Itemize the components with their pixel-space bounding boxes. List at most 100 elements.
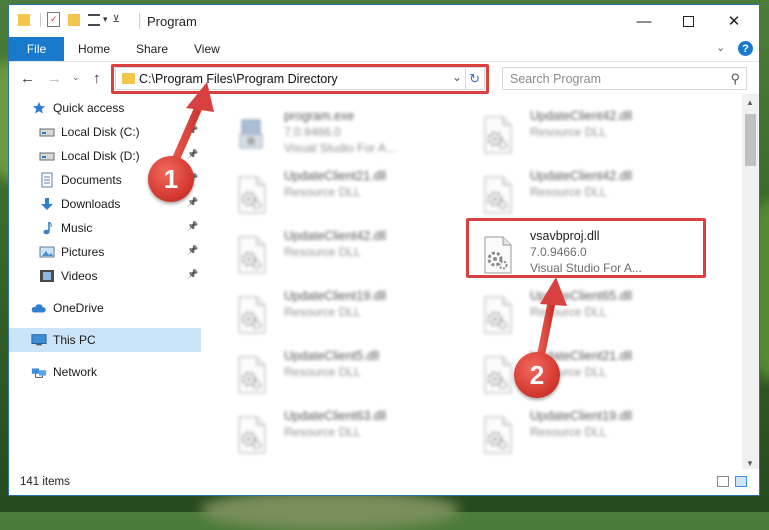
- ribbon: File Home Share View ⌄ ?: [9, 37, 759, 62]
- minimize-button[interactable]: —: [621, 5, 667, 37]
- tab-share[interactable]: Share: [136, 42, 168, 56]
- new-folder-icon[interactable]: [68, 13, 80, 26]
- file-item[interactable]: UpdateClient42.dll Resource DLL: [468, 106, 703, 162]
- dll-file-icon: [482, 356, 514, 394]
- file-item[interactable]: UpdateClient42.dll Resource DLL: [222, 226, 457, 282]
- maximize-button[interactable]: [665, 5, 711, 37]
- close-button[interactable]: ✕: [711, 5, 757, 37]
- separator: [139, 13, 140, 29]
- dll-file-icon: [482, 296, 514, 334]
- sidebar-item-label: Downloads: [61, 197, 121, 211]
- pin-icon[interactable]: 📌: [187, 125, 198, 136]
- dll-file-icon: [482, 116, 514, 154]
- pin-icon[interactable]: 📌: [187, 245, 198, 256]
- item-count: 141 items: [20, 476, 70, 488]
- file-highlight-box: [466, 218, 706, 278]
- dll-file-icon: [482, 416, 514, 454]
- dll-file-icon: [236, 176, 268, 214]
- up-icon[interactable]: ↑: [93, 70, 101, 87]
- minimize-icon: —: [636, 12, 652, 30]
- file-detail: Resource DLL: [284, 245, 361, 259]
- scroll-up-icon[interactable]: ▲: [746, 98, 754, 107]
- sidebar-item-music[interactable]: Music 📌: [9, 216, 201, 240]
- sidebar-item-local-disk-c[interactable]: Local Disk (C:) 📌: [9, 120, 201, 144]
- file-name: UpdateClient21.dll: [284, 169, 387, 183]
- file-item[interactable]: UpdateClient63.dll Resource DLL: [222, 406, 457, 462]
- qa-dropdown-icon[interactable]: ▾: [103, 14, 108, 25]
- window-title: Program: [147, 14, 197, 29]
- dll-file-icon: [482, 176, 514, 214]
- pictures-icon: [39, 245, 55, 259]
- wallpaper-blob: [200, 490, 460, 530]
- downloads-icon: [39, 197, 55, 211]
- file-detail: Resource DLL: [284, 365, 361, 379]
- file-detail: 7.0.9466.0: [284, 125, 341, 139]
- pin-icon[interactable]: 📌: [187, 221, 198, 232]
- file-detail: Resource DLL: [284, 425, 361, 439]
- network-icon: [31, 365, 47, 379]
- file-item[interactable]: UpdateClient65.dll Resource DLL: [468, 286, 703, 342]
- file-item[interactable]: UpdateClient42.dll Resource DLL: [468, 166, 703, 222]
- file-name: UpdateClient42.dll: [284, 229, 387, 243]
- search-icon: ⚲: [730, 71, 740, 86]
- tab-home[interactable]: Home: [78, 42, 110, 56]
- file-item[interactable]: UpdateClient19.dll Resource DLL: [222, 286, 457, 342]
- ribbon-expand-icon[interactable]: ⌄: [716, 41, 725, 54]
- file-detail: Resource DLL: [530, 125, 607, 139]
- back-icon[interactable]: ←: [20, 70, 35, 87]
- scroll-down-icon[interactable]: ▼: [746, 459, 754, 468]
- qa-expand-icon[interactable]: ⊻: [113, 14, 120, 25]
- forward-icon[interactable]: →: [47, 70, 62, 87]
- file-detail: Resource DLL: [530, 185, 607, 199]
- sidebar-item-onedrive[interactable]: OneDrive: [9, 296, 201, 320]
- file-item[interactable]: UpdateClient21.dll Resource DLL: [222, 166, 457, 222]
- sidebar-item-quick-access[interactable]: Quick access: [9, 96, 201, 120]
- navigation-pane: Quick access Local Disk (C:) 📌 Local Disk (…: [9, 94, 201, 469]
- sidebar-item-videos[interactable]: Videos 📌: [9, 264, 201, 288]
- file-name: UpdateClient63.dll: [284, 409, 387, 423]
- file-name: UpdateClient65.dll: [530, 289, 633, 303]
- tab-file[interactable]: File: [9, 37, 64, 61]
- file-item[interactable]: UpdateClient19.dll Resource DLL: [468, 406, 703, 462]
- dll-file-icon: [236, 356, 268, 394]
- sidebar-item-label: This PC: [53, 333, 96, 347]
- scroll-thumb[interactable]: [745, 114, 756, 166]
- sidebar-item-pictures[interactable]: Pictures 📌: [9, 240, 201, 264]
- dll-file-icon: [236, 296, 268, 334]
- status-bar: 141 items: [9, 469, 759, 495]
- close-icon: ✕: [727, 13, 741, 30]
- pin-icon[interactable]: 📌: [187, 149, 198, 160]
- file-detail: Resource DLL: [284, 185, 361, 199]
- file-item[interactable]: UpdateClient5.dll Resource DLL: [222, 346, 457, 402]
- customize-icon[interactable]: [88, 13, 100, 26]
- recent-locations-icon[interactable]: ⌄: [72, 72, 80, 83]
- sidebar-item-network[interactable]: Network: [9, 360, 201, 384]
- sidebar-item-label: Music: [61, 221, 93, 235]
- vertical-scrollbar[interactable]: ▲ ▼: [742, 94, 759, 472]
- computer-icon: [31, 333, 47, 347]
- file-item[interactable]: UpdateClient21.dll Resource DLL: [468, 346, 703, 402]
- file-name: program.exe: [284, 109, 355, 123]
- large-icons-view-icon[interactable]: [735, 476, 747, 487]
- search-box[interactable]: Search Program ⚲: [502, 67, 747, 90]
- tab-view[interactable]: View: [194, 42, 220, 56]
- pin-icon[interactable]: 📌: [187, 197, 198, 208]
- file-detail: Resource DLL: [530, 305, 607, 319]
- properties-icon[interactable]: ✓: [47, 12, 60, 27]
- help-icon[interactable]: ?: [738, 41, 753, 56]
- file-item[interactable]: program.exe 7.0.9466.0 Visual Studio For A…: [222, 106, 457, 162]
- pin-icon[interactable]: 📌: [187, 269, 198, 280]
- file-name: UpdateClient42.dll: [530, 169, 633, 183]
- folder-icon[interactable]: [18, 13, 30, 26]
- file-name: UpdateClient5.dll: [284, 349, 380, 363]
- sidebar-item-label: Local Disk (C:): [61, 125, 140, 139]
- step-2-badge: 2: [514, 352, 560, 398]
- sidebar-item-this-pc[interactable]: This PC: [9, 328, 201, 352]
- sidebar-item-label: Documents: [61, 173, 122, 187]
- videos-icon: [39, 269, 55, 283]
- details-view-icon[interactable]: [717, 476, 729, 487]
- dll-file-icon: [236, 416, 268, 454]
- exe-file-icon: [236, 116, 268, 154]
- file-detail: Resource DLL: [530, 425, 607, 439]
- navigation-bar: ← → ⌄ ↑ C:\Program Files\Program Directo…: [9, 62, 759, 94]
